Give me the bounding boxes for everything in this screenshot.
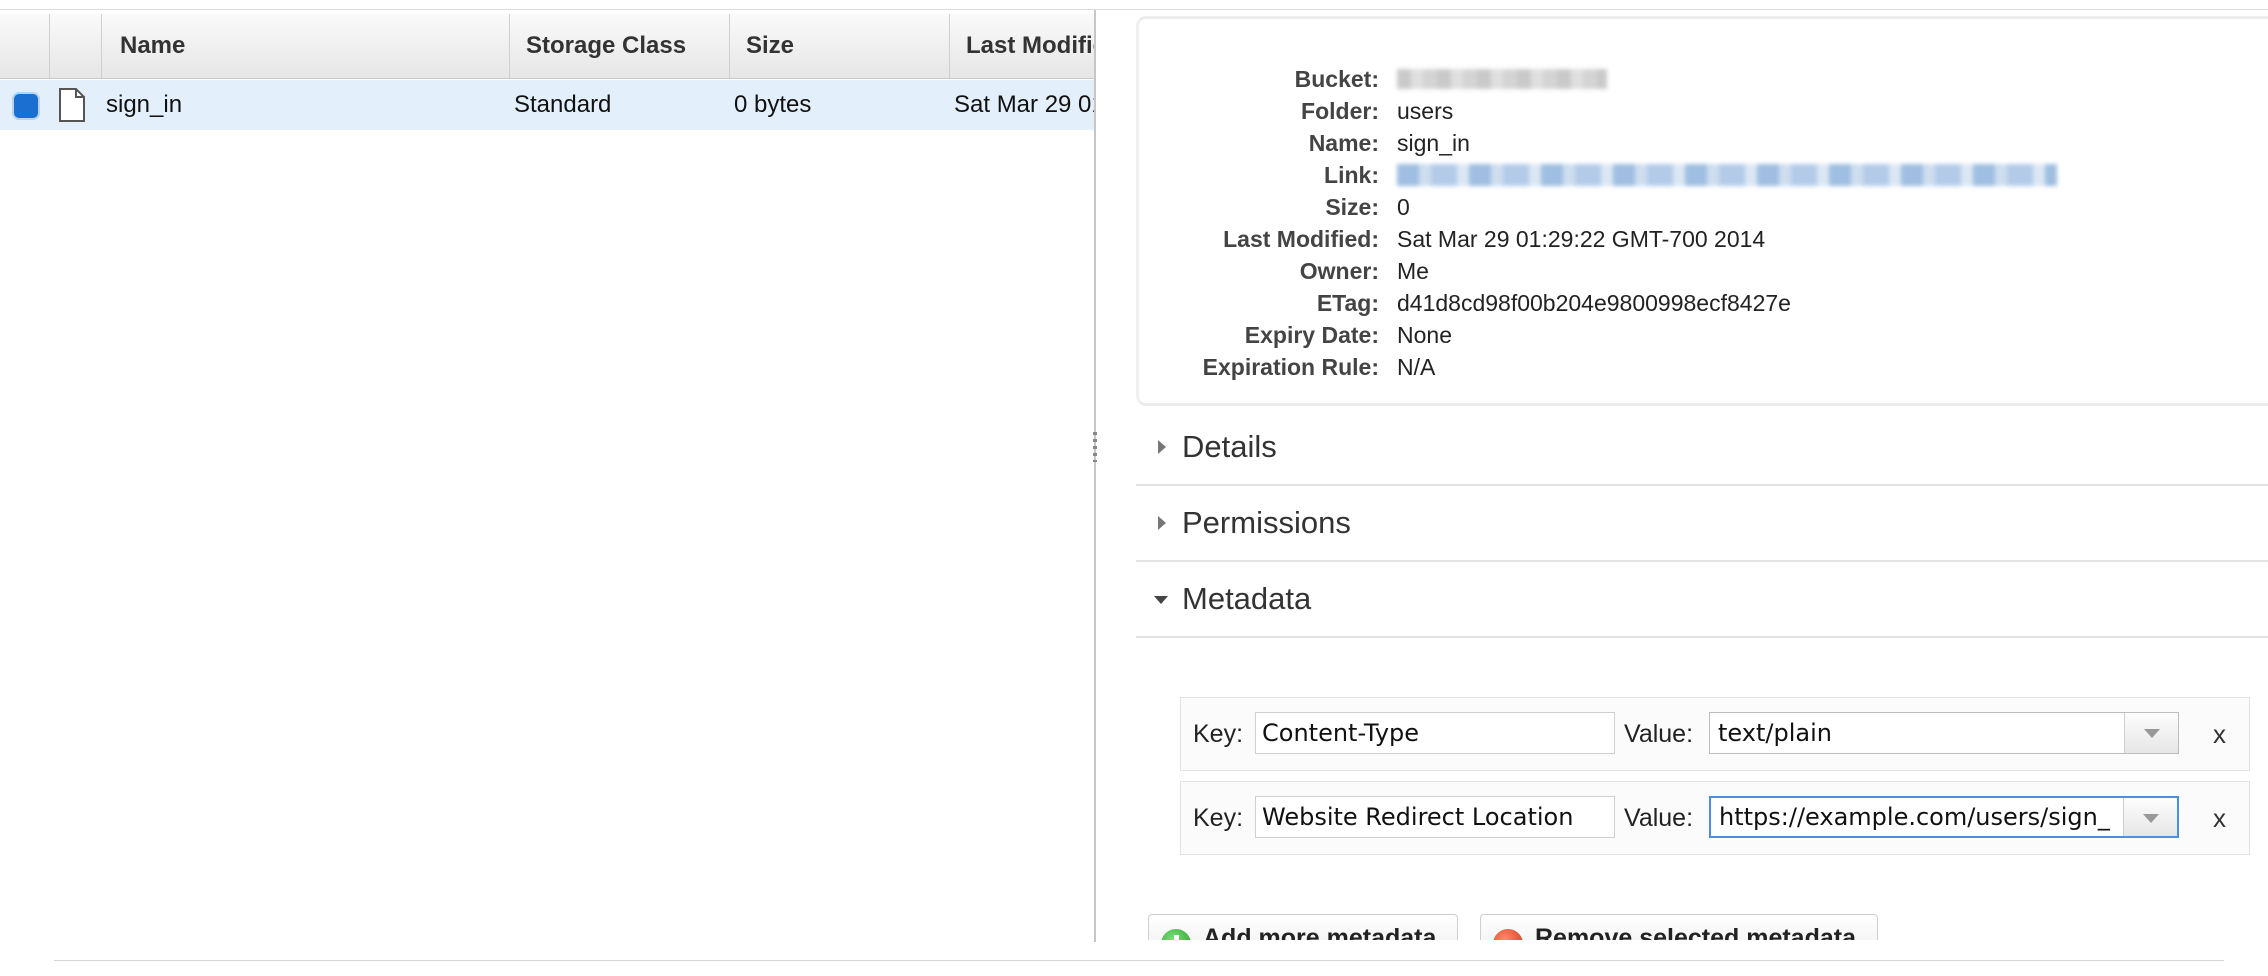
file-icon (59, 88, 85, 122)
prop-link-value-redacted[interactable] (1397, 159, 2057, 194)
prop-etag: ETag: d41d8cd98f00b204e9800998ecf8427e (1139, 287, 2239, 319)
metadata-row: Key: Value: x (1180, 781, 2250, 855)
prop-expiration-rule-label: Expiration Rule: (1202, 354, 1379, 380)
table-row[interactable]: sign_in Standard 0 bytes Sat Mar 29 01:2… (0, 80, 1094, 130)
list-header: Name Storage Class Size Last Modified (0, 14, 1094, 79)
object-list-pane: Name Storage Class Size Last Modified si… (0, 10, 1094, 940)
prop-bucket: Bucket: (1139, 63, 2239, 95)
prop-link: Link: (1139, 159, 2239, 191)
section-details[interactable]: Details (1136, 410, 2268, 486)
remove-row-icon[interactable]: x (2213, 782, 2226, 854)
prop-size: Size: 0 (1139, 191, 2239, 223)
prop-owner-value: Me (1397, 258, 1429, 284)
add-metadata-button[interactable]: Add more metadata (1148, 914, 1458, 940)
remove-icon (1493, 929, 1523, 940)
remove-metadata-label: Remove selected metadata (1535, 924, 1856, 940)
prop-last-modified-label: Last Modified: (1223, 226, 1379, 252)
header-icon-column (50, 14, 102, 78)
remove-row-icon[interactable]: x (2213, 698, 2226, 770)
prop-bucket-label: Bucket: (1294, 66, 1379, 92)
row-name[interactable]: sign_in (106, 80, 506, 130)
chevron-down-icon[interactable] (2124, 713, 2178, 753)
prop-expiration-rule: Expiration Rule: N/A (1139, 351, 2239, 383)
prop-name-value: sign_in (1397, 130, 1470, 156)
prop-folder-label: Folder: (1301, 98, 1379, 124)
prop-expiry-date-value: None (1397, 322, 1452, 348)
object-summary: Bucket: Folder: users Name: sign_in Link… (1136, 16, 2268, 406)
add-icon (1161, 929, 1191, 940)
column-header-name[interactable]: Name (102, 14, 510, 78)
chevron-down-icon[interactable] (2123, 798, 2177, 836)
metadata-key-input[interactable] (1255, 796, 1615, 838)
prop-etag-value: d41d8cd98f00b204e9800998ecf8427e (1397, 290, 1791, 316)
metadata-value-input[interactable] (1711, 798, 2123, 836)
metadata-key-label: Key: (1193, 804, 1244, 832)
section-metadata-title[interactable]: Metadata (1182, 562, 1311, 636)
collapse-arrow-icon[interactable] (1154, 596, 1168, 604)
prop-folder: Folder: users (1139, 95, 2239, 127)
prop-folder-value: users (1397, 98, 1454, 124)
prop-owner-label: Owner: (1299, 258, 1379, 284)
section-metadata[interactable]: Metadata (1136, 562, 2268, 638)
prop-expiration-rule-value: N/A (1397, 354, 1436, 380)
metadata-row: Key: Value: x (1180, 697, 2250, 771)
prop-owner: Owner: Me (1139, 255, 2239, 287)
section-details-title[interactable]: Details (1182, 410, 1277, 484)
metadata-value-label: Value: (1624, 804, 1694, 832)
prop-size-label: Size: (1325, 194, 1379, 220)
section-permissions-title[interactable]: Permissions (1182, 486, 1351, 560)
add-metadata-label: Add more metadata (1203, 924, 1437, 940)
metadata-value-combobox[interactable] (1709, 712, 2179, 754)
prop-link-label: Link: (1324, 162, 1379, 188)
prop-bucket-value-redacted (1397, 63, 1607, 97)
bottom-divider (54, 960, 2224, 961)
column-header-last-modified[interactable]: Last Modified (950, 14, 1094, 78)
row-checkbox[interactable] (12, 92, 40, 120)
row-last-modified: Sat Mar 29 01:29:22 GMT-700 2014 (954, 91, 1094, 118)
row-storage-class: Standard (514, 91, 612, 118)
expand-arrow-icon[interactable] (1158, 440, 1166, 454)
column-header-size[interactable]: Size (730, 14, 950, 78)
prop-name: Name: sign_in (1139, 127, 2239, 159)
remove-metadata-button[interactable]: Remove selected metadata (1480, 914, 1878, 940)
metadata-value-input[interactable] (1710, 713, 2122, 753)
prop-etag-label: ETag: (1316, 290, 1379, 316)
metadata-value-label: Value: (1624, 720, 1694, 748)
prop-expiry-date: Expiry Date: None (1139, 319, 2239, 351)
header-select-column[interactable] (0, 14, 50, 78)
metadata-key-label: Key: (1193, 720, 1244, 748)
section-permissions[interactable]: Permissions (1136, 486, 2268, 562)
column-header-storage-class[interactable]: Storage Class (510, 14, 730, 78)
prop-last-modified: Last Modified: Sat Mar 29 01:29:22 GMT-7… (1139, 223, 2239, 255)
expand-arrow-icon[interactable] (1158, 516, 1166, 530)
prop-size-value: 0 (1397, 194, 1410, 220)
row-size: 0 bytes (734, 91, 812, 118)
prop-name-label: Name: (1308, 130, 1379, 156)
prop-last-modified-value: Sat Mar 29 01:29:22 GMT-700 2014 (1397, 226, 1766, 252)
prop-expiry-date-label: Expiry Date: (1244, 322, 1379, 348)
metadata-key-input[interactable] (1255, 712, 1615, 754)
metadata-value-combobox[interactable] (1709, 796, 2179, 838)
